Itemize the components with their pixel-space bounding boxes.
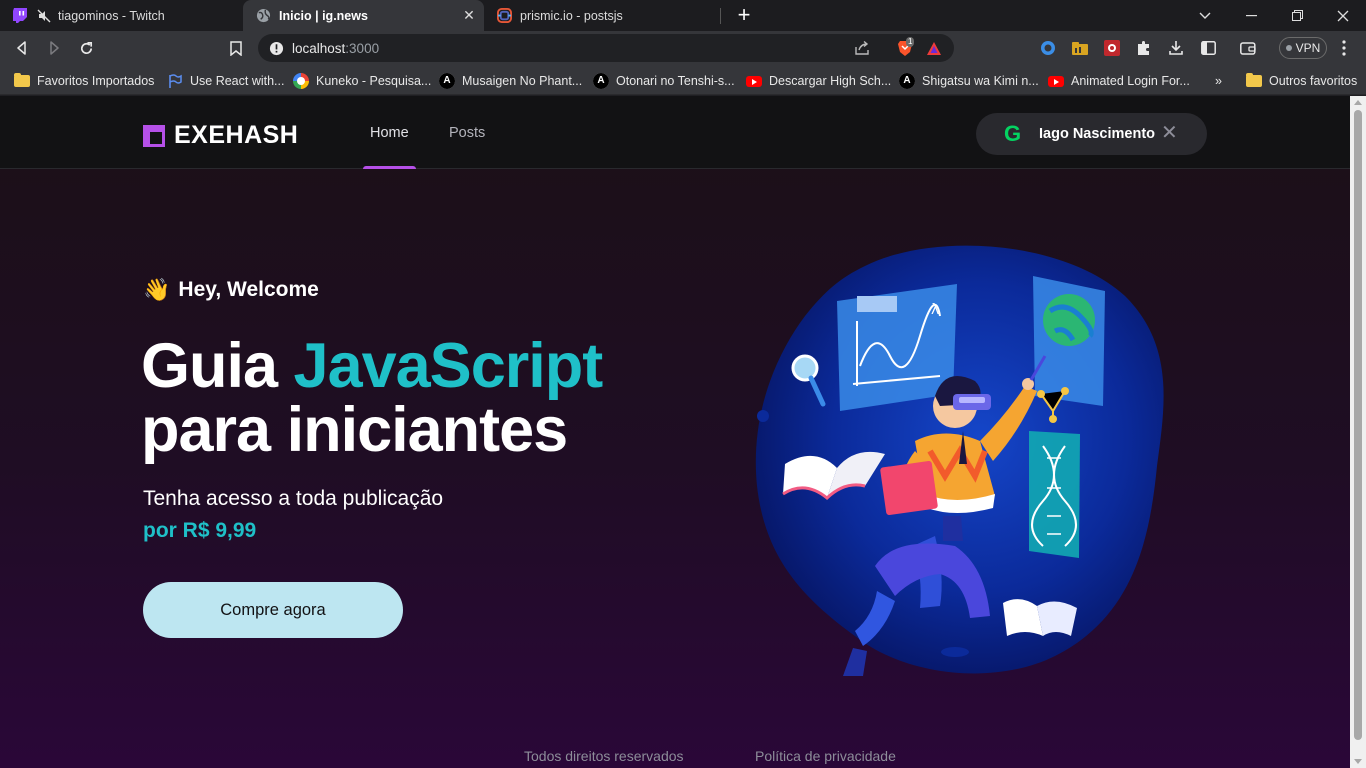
menu-icon[interactable]	[1336, 40, 1352, 56]
tab-twitch[interactable]: tiagominos - Twitch	[0, 0, 243, 31]
extension-folder-icon[interactable]	[1072, 40, 1088, 56]
forward-button[interactable]	[44, 38, 64, 58]
footer-rights[interactable]: Todos direitos reservados	[524, 748, 684, 764]
scroll-up-arrow-icon[interactable]	[1354, 100, 1362, 105]
bookmark-item[interactable]: Use React with...	[167, 72, 284, 90]
folder-icon	[14, 73, 30, 89]
share-icon[interactable]	[854, 40, 870, 56]
tab-ig-news[interactable]: Inicio | ig.news ✕	[243, 0, 484, 31]
tab-label: tiagominos - Twitch	[58, 8, 165, 23]
youtube-icon	[1048, 73, 1064, 89]
site-header: EXEHASH Home Posts G Iago Nascimento ✕	[0, 96, 1350, 169]
sidebar-icon[interactable]	[1200, 40, 1216, 56]
bookmark-icon[interactable]	[226, 38, 246, 58]
open-book-right	[1003, 599, 1077, 636]
hero-title: Guia JavaScript para iniciantes	[141, 331, 604, 465]
youtube-icon	[746, 73, 762, 89]
bookmark-item[interactable]: Favoritos Importados	[14, 72, 154, 90]
hero-price: por R$ 9,99	[143, 519, 257, 542]
tab-label: prismic.io - postsjs	[520, 8, 623, 23]
shield-badge: 1	[906, 37, 915, 47]
flag-icon	[167, 73, 183, 89]
student-vr-illustration: λ	[755, 245, 1164, 676]
tab-separator	[720, 8, 721, 24]
bookmarks-bar: Favoritos Importados Use React with... K…	[0, 66, 1366, 95]
title-highlight: JavaScript	[293, 331, 604, 401]
site-logo[interactable]: EXEHASH	[143, 121, 298, 150]
github-user-button[interactable]: G Iago Nascimento ✕	[976, 113, 1207, 155]
scroll-down-arrow-icon[interactable]	[1354, 759, 1362, 764]
google-g-icon: G	[1004, 121, 1022, 146]
nav-home[interactable]: Home	[363, 96, 416, 169]
browser-toolbar: localhost:3000 1 VPN	[0, 31, 1366, 66]
brave-rewards-icon[interactable]	[926, 40, 942, 56]
address-bar[interactable]: localhost:3000 1	[258, 34, 954, 62]
greeting-text: Hey, Welcome	[178, 278, 319, 301]
sign-out-close-icon[interactable]: ✕	[1161, 123, 1178, 143]
wallet-icon[interactable]	[1240, 40, 1256, 56]
extensions-puzzle-icon[interactable]	[1136, 40, 1152, 56]
tab-search-chevron-icon[interactable]	[1182, 0, 1228, 31]
muted-speaker-icon[interactable]	[36, 8, 52, 24]
reload-button[interactable]	[76, 38, 96, 58]
bookmarks-overflow-button[interactable]: »	[1215, 72, 1222, 90]
twitch-icon	[12, 8, 28, 24]
url-text: localhost:3000	[292, 41, 380, 56]
other-bookmarks-folder[interactable]: Outros favoritos	[1246, 72, 1357, 90]
vpn-label: VPN	[1295, 41, 1321, 55]
scrollbar-thumb[interactable]	[1354, 110, 1362, 740]
close-window-button[interactable]	[1320, 0, 1366, 31]
bookmark-item[interactable]: A Musaigen No Phant...	[439, 72, 582, 90]
google-icon	[293, 73, 309, 89]
footer-privacy-link[interactable]: Política de privacidade	[755, 748, 896, 764]
hero-subtitle: Tenha acesso a toda publicação	[143, 487, 444, 510]
bookmark-item[interactable]: Animated Login For...	[1048, 72, 1190, 90]
waving-hand-icon: 👋	[143, 277, 171, 302]
back-button[interactable]	[12, 38, 32, 58]
svg-text:λ: λ	[931, 302, 939, 318]
buy-now-button[interactable]: Compre agora	[143, 582, 403, 638]
bookmark-item[interactable]: A Shigatsu wa Kimi n...	[899, 72, 1039, 90]
restore-button[interactable]	[1274, 0, 1320, 31]
bookmark-item[interactable]: Kuneko - Pesquisa...	[293, 72, 431, 90]
anime-a-icon: A	[899, 73, 915, 89]
browser-tab-strip: tiagominos - Twitch Inicio | ig.news ✕ p…	[0, 0, 1366, 31]
bookmark-item[interactable]: Descargar High Sch...	[746, 72, 891, 90]
welcome-greeting: 👋 Hey, Welcome	[143, 277, 319, 303]
tab-prismic[interactable]: prismic.io - postsjs	[484, 0, 720, 31]
site-info-icon[interactable]	[268, 40, 284, 56]
vpn-status-icon	[1285, 45, 1292, 51]
vpn-button[interactable]: VPN	[1279, 37, 1327, 59]
extension-blue-circle-icon[interactable]	[1040, 40, 1056, 56]
tab-label: Inicio | ig.news	[279, 8, 368, 23]
folder-icon	[1246, 73, 1262, 89]
globe-icon	[255, 8, 271, 24]
page-scrollbar[interactable]	[1350, 96, 1366, 768]
globe-board	[1033, 276, 1105, 406]
close-tab-icon[interactable]: ✕	[462, 8, 476, 22]
downloads-icon[interactable]	[1168, 40, 1184, 56]
prismic-icon	[496, 8, 512, 24]
new-tab-button[interactable]: +	[735, 4, 753, 26]
user-name: Iago Nascimento	[1039, 126, 1156, 142]
nav-posts[interactable]: Posts	[449, 96, 485, 169]
logo-text: EXEHASH	[174, 121, 299, 149]
anime-a-icon: A	[439, 73, 455, 89]
extension-red-icon[interactable]	[1104, 40, 1120, 56]
anime-a-icon: A	[593, 73, 609, 89]
web-page: EXEHASH Home Posts G Iago Nascimento ✕ 👋…	[0, 96, 1350, 768]
minimize-button[interactable]	[1228, 0, 1274, 31]
dna-board	[1029, 431, 1080, 558]
brave-shield-icon[interactable]: 1	[894, 37, 916, 56]
logo-mark-icon	[143, 124, 165, 147]
bookmark-item[interactable]: A Otonari no Tenshi-s...	[593, 72, 735, 90]
